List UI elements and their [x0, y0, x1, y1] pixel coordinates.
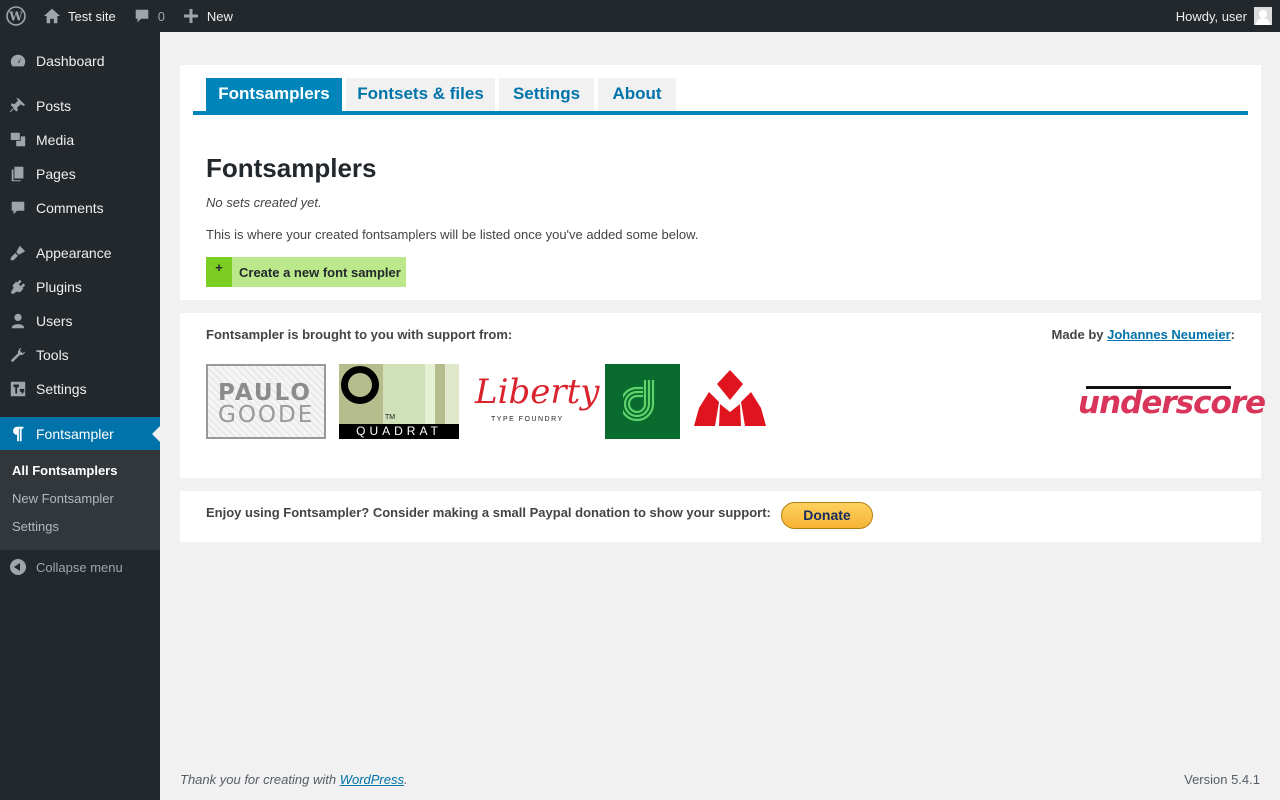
comments-count: 0 [157, 8, 165, 24]
svg-text:W: W [8, 10, 23, 24]
footer-version: Version 5.4.1 [1184, 772, 1260, 787]
sidebar-item-plugins[interactable]: Plugins [0, 270, 160, 304]
sponsors-intro: Fontsampler is brought to you with suppo… [206, 327, 513, 342]
collapse-arrow-icon [0, 559, 36, 575]
sidebar-item-settings[interactable]: Settings [0, 372, 160, 406]
comment-bubble-icon [132, 6, 152, 26]
sidebar-item-label: Comments [36, 200, 104, 216]
sidebar-item-posts[interactable]: Posts [0, 89, 160, 123]
donate-panel: Enjoy using Fontsampler? Consider making… [180, 491, 1261, 542]
plus-icon: + [206, 257, 232, 287]
comments-link[interactable]: 0 [124, 0, 173, 32]
sidebar-item-pages[interactable]: Pages [0, 157, 160, 191]
pages-icon [0, 165, 36, 183]
dashboard-icon [0, 52, 36, 70]
admin-bar: W Test site 0 New Howdy, user [0, 0, 1280, 32]
site-name-link[interactable]: Test site [32, 0, 124, 32]
underscore-logo[interactable]: underscore [1078, 383, 1266, 423]
home-icon [42, 6, 62, 26]
sidebar-item-label: Settings [36, 381, 87, 397]
brush-icon [0, 244, 36, 262]
create-button-label: Create a new font sampler [239, 264, 401, 280]
quadrat-logo-text: QUADRAT [339, 424, 459, 439]
sidebar-item-label: Posts [36, 98, 72, 114]
paypal-donate-button[interactable]: Donate [781, 502, 873, 529]
donate-text: Enjoy using Fontsampler? Consider making… [206, 505, 771, 520]
paulo-goode-logo[interactable]: PAULO GOODE [206, 364, 326, 439]
sidebar-item-label: Appearance [36, 245, 112, 261]
d-monogram-icon [623, 380, 655, 422]
tab-fontsets-files[interactable]: Fontsets & files [346, 78, 495, 111]
tab-fontsamplers[interactable]: Fontsamplers [206, 78, 342, 111]
submenu-settings[interactable]: Settings [0, 513, 160, 541]
collapse-menu-button[interactable]: Collapse menu [0, 552, 160, 582]
comment-icon [0, 199, 36, 217]
sidebar-item-label: Pages [36, 166, 76, 182]
site-name: Test site [68, 8, 116, 24]
made-by-suffix: : [1230, 327, 1235, 342]
liberty-logo-sub: TYPE FOUNDRY [491, 416, 564, 423]
settings-icon [0, 380, 36, 398]
wordpress-link[interactable]: WordPress [340, 772, 404, 787]
sidebar-item-label: Tools [36, 347, 69, 363]
red-crown-logo[interactable] [693, 364, 768, 439]
sidebar-item-label: Users [36, 313, 73, 329]
collapse-label: Collapse menu [36, 559, 123, 575]
tab-about[interactable]: About [598, 78, 676, 111]
pilcrow-icon [0, 425, 36, 443]
new-content-link[interactable]: New [173, 0, 241, 32]
quadrat-logo[interactable]: TM QUADRAT [339, 364, 459, 439]
media-icon [0, 131, 36, 149]
plug-icon [0, 278, 36, 296]
footer-thanks-prefix: Thank you for creating with [180, 772, 340, 787]
d-foundry-logo[interactable] [605, 364, 680, 439]
sidebar-item-media[interactable]: Media [0, 123, 160, 157]
tab-bar: Fontsamplers Fontsets & files Settings A… [193, 78, 1248, 115]
sidebar-item-dashboard[interactable]: Dashboard [0, 44, 160, 78]
create-font-sampler-button[interactable]: + Create a new font sampler [206, 257, 406, 287]
made-by-prefix: Made by [1051, 327, 1108, 342]
underscore-logo-text: underscore [1078, 385, 1266, 421]
plus-icon [181, 6, 201, 26]
howdy-greeting: Howdy, user [1175, 8, 1247, 24]
crown-icon [694, 370, 766, 426]
wordpress-logo-icon: W [6, 6, 26, 26]
quadrat-tm: TM [385, 414, 396, 421]
made-by: Made by Johannes Neumeier: [1051, 327, 1235, 342]
wrench-icon [0, 346, 36, 364]
tab-settings[interactable]: Settings [499, 78, 594, 111]
liberty-logo[interactable]: Liberty TYPE FOUNDRY [473, 364, 599, 439]
sidebar-item-comments[interactable]: Comments [0, 191, 160, 225]
sidebar-item-label: Fontsampler [36, 426, 114, 442]
user-icon [0, 312, 36, 330]
page-title: Fontsamplers [206, 153, 377, 183]
my-account-link[interactable]: Howdy, user [1168, 0, 1280, 32]
paulo-logo-line2: GOODE [218, 402, 315, 428]
help-text: This is where your created fontsamplers … [206, 227, 699, 242]
avatar [1254, 7, 1272, 25]
liberty-logo-text: Liberty [475, 372, 600, 412]
fontsamplers-panel: Fontsamplers Fontsets & files Settings A… [180, 65, 1261, 300]
empty-state-note: No sets created yet. [206, 195, 322, 210]
quadrat-q-mark [341, 366, 379, 404]
footer-thanks-suffix: . [404, 772, 408, 787]
submenu-all-fontsamplers[interactable]: All Fontsamplers [0, 457, 160, 485]
pin-icon [0, 97, 36, 115]
sidebar-item-label: Media [36, 132, 75, 148]
sidebar-item-label: Plugins [36, 279, 82, 295]
new-label: New [206, 8, 233, 24]
sidebar-item-users[interactable]: Users [0, 304, 160, 338]
sidebar-item-label: Dashboard [36, 53, 105, 69]
submenu-new-fontsampler[interactable]: New Fontsampler [0, 485, 160, 513]
wordpress-logo-button[interactable]: W [0, 0, 32, 32]
author-link[interactable]: Johannes Neumeier [1107, 327, 1231, 342]
sponsors-panel: Fontsampler is brought to you with suppo… [180, 313, 1266, 478]
footer-thanks: Thank you for creating with WordPress. [180, 772, 408, 787]
sidebar-item-appearance[interactable]: Appearance [0, 236, 160, 270]
admin-sidebar: Dashboard Posts Media Pages Comments App… [0, 32, 160, 800]
sidebar-item-tools[interactable]: Tools [0, 338, 160, 372]
sidebar-item-fontsampler[interactable]: Fontsampler [0, 417, 160, 451]
fontsampler-submenu: All Fontsamplers New Fontsampler Setting… [0, 450, 160, 550]
